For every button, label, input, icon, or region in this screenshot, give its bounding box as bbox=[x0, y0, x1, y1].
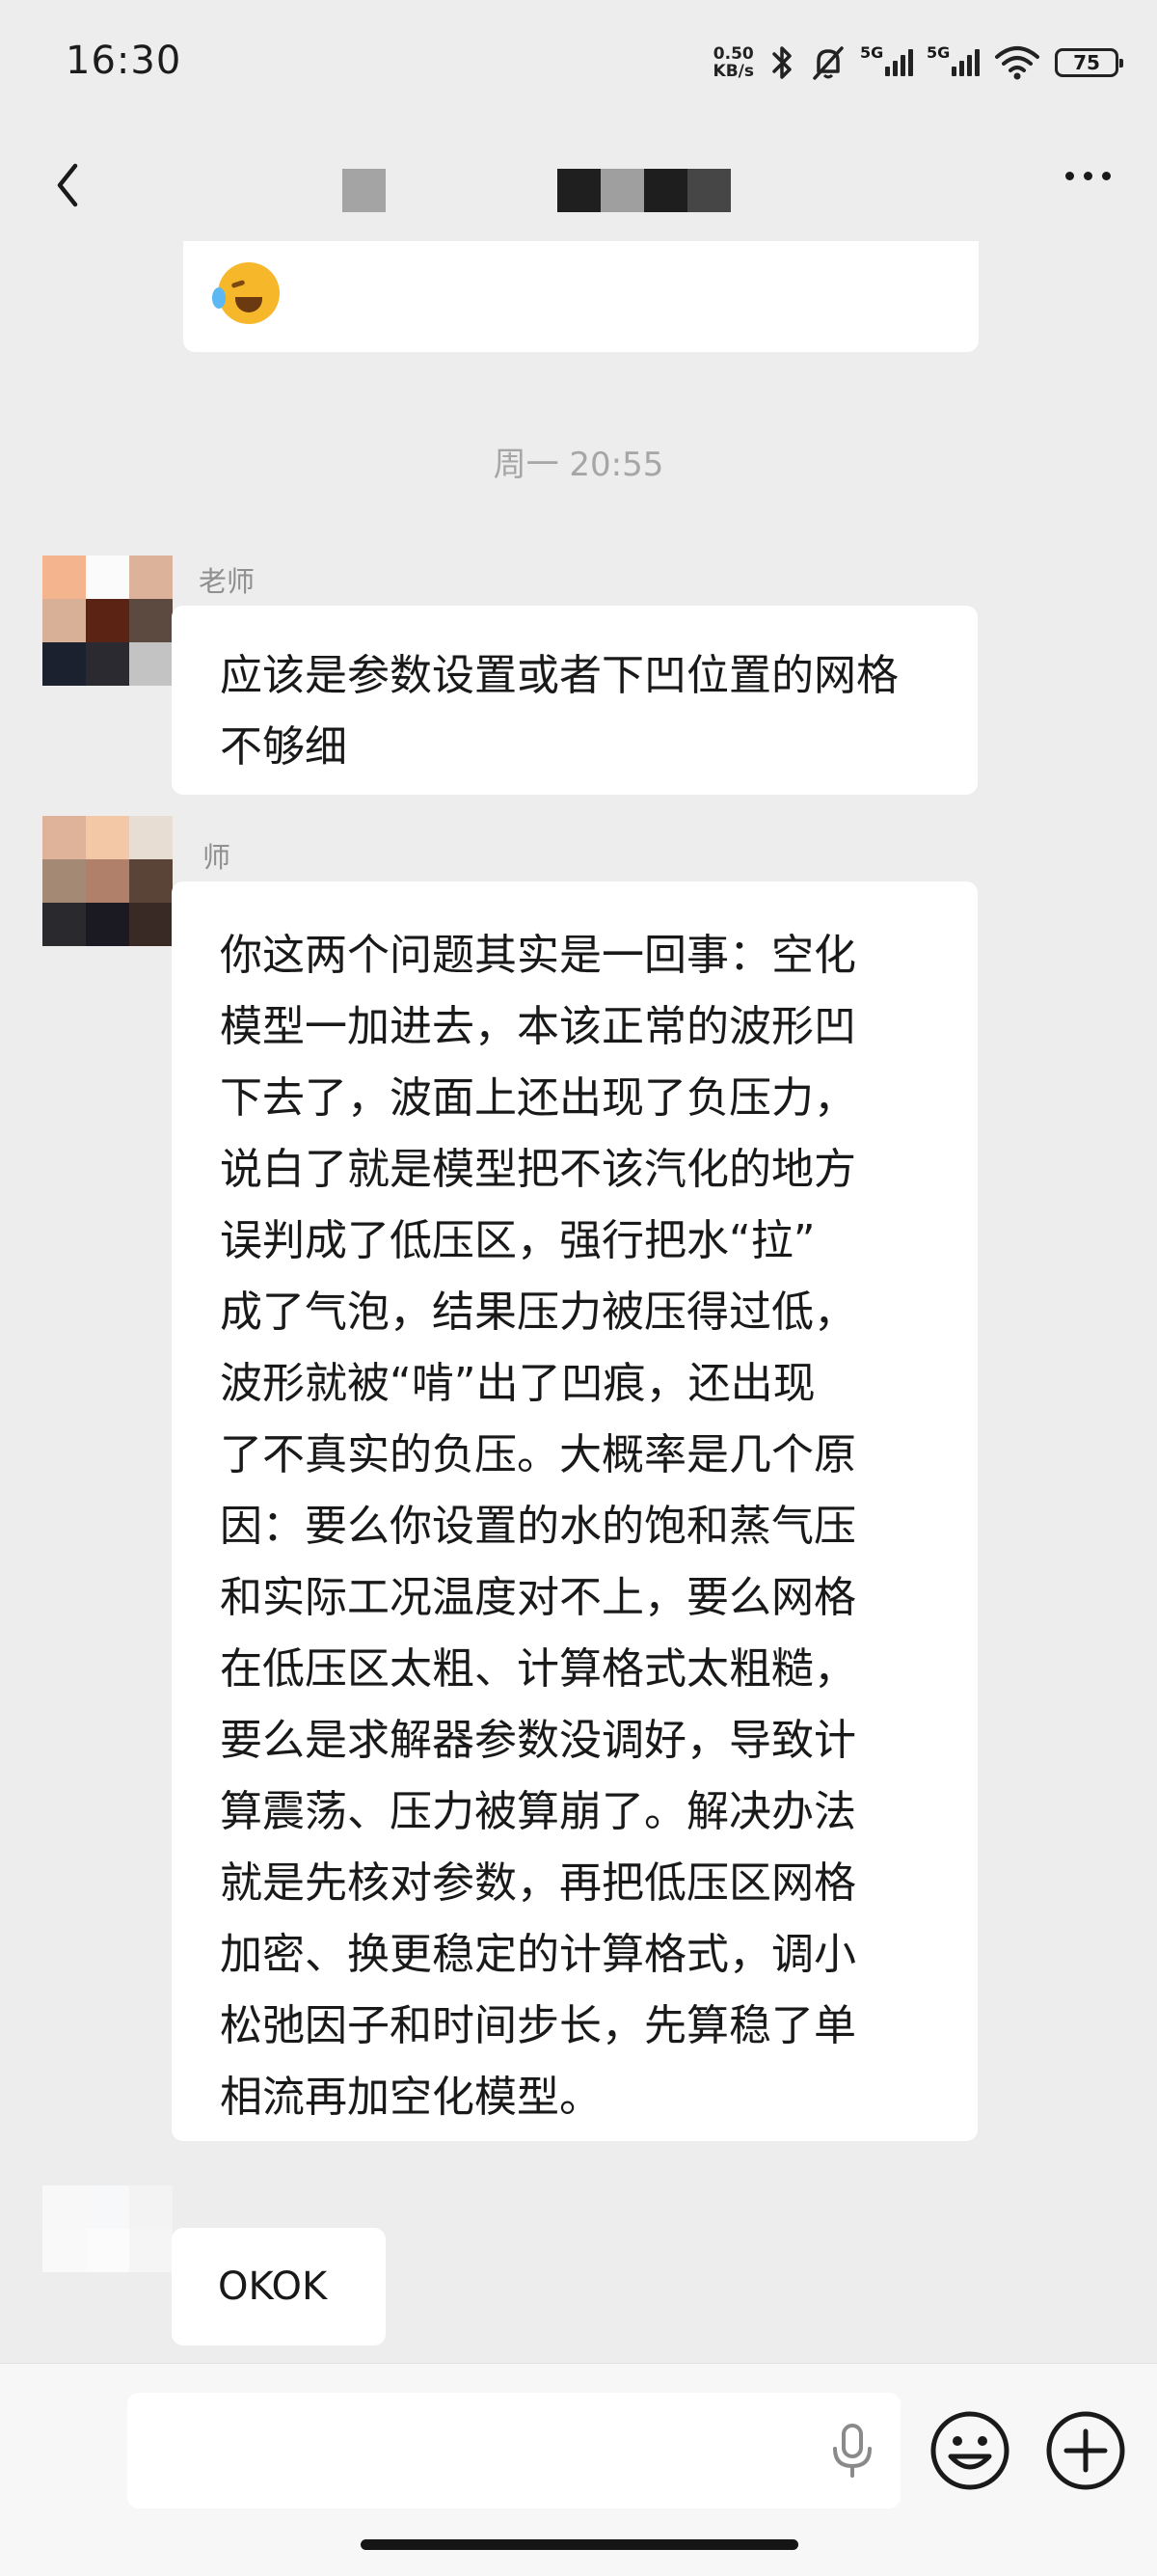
sim2-label: 5G bbox=[927, 43, 951, 62]
status-time: 16:30 bbox=[66, 39, 182, 83]
mute-bell-icon bbox=[813, 46, 844, 80]
laughing-crying-emoji-icon bbox=[212, 262, 280, 324]
plus-circle-icon[interactable] bbox=[1043, 2408, 1128, 2493]
message-line: 模型一加进去，本该正常的波形凹 bbox=[220, 1002, 856, 1051]
message-line: 波形就被“啃”出了凹痕，还出现 bbox=[220, 1359, 816, 1408]
sender-name: 师 bbox=[202, 841, 231, 874]
message-line: 和实际工况温度对不上，要么网格 bbox=[220, 1573, 856, 1622]
message-line: 了不真实的负压。大概率是几个原 bbox=[220, 1430, 856, 1479]
network-speed-value: 0.50 bbox=[713, 44, 754, 64]
avatar[interactable] bbox=[42, 816, 173, 946]
message-bubble[interactable]: 应该是参数设置或者下凹位置的网格不够细 bbox=[172, 606, 978, 795]
message-line: 下去了，波面上还出现了负压力， bbox=[220, 1073, 856, 1123]
message-bubble[interactable]: 你这两个问题其实是一回事：空化 模型一加进去，本该正常的波形凹 下去了，波面上还… bbox=[172, 881, 978, 2141]
message-line: 加密、换更稳定的计算格式，调小 bbox=[220, 1930, 856, 1979]
message-line: 成了气泡，结果压力被压得过低， bbox=[220, 1288, 856, 1337]
avatar[interactable] bbox=[42, 556, 173, 686]
message-line: 因：要么你设置的水的饱和蒸气压 bbox=[220, 1502, 856, 1551]
message-text: 你这两个问题其实是一回事：空化 模型一加进去，本该正常的波形凹 下去了，波面上还… bbox=[220, 920, 949, 2133]
message-bubble[interactable] bbox=[183, 241, 979, 352]
message-text: OKOK bbox=[218, 2264, 328, 2309]
bluetooth-icon bbox=[772, 46, 792, 79]
battery-level: 75 bbox=[1073, 51, 1100, 74]
more-dots-icon[interactable] bbox=[1065, 172, 1111, 180]
message-line: 说白了就是模型把不该汽化的地方 bbox=[220, 1145, 856, 1194]
battery-icon: 75 bbox=[1055, 48, 1123, 77]
chat-header bbox=[0, 135, 1157, 241]
home-indicator[interactable] bbox=[361, 2539, 798, 2550]
message-timestamp: 周一 20:55 bbox=[493, 446, 664, 484]
message-line: 要么是求解器参数没调好，导致计 bbox=[220, 1716, 856, 1765]
status-bar: 16:30 0.50 KB/s 5G 5G 75 bbox=[0, 0, 1157, 135]
signal-icon: 5G bbox=[860, 43, 913, 76]
message-line: 就是先核对参数，再把低压区网格 bbox=[220, 1858, 856, 1908]
message-text: 应该是参数设置或者下凹位置的网格不够细 bbox=[220, 651, 899, 772]
wifi-icon bbox=[995, 46, 1039, 80]
status-icons: 0.50 KB/s 5G 5G 75 bbox=[713, 39, 1123, 87]
sim1-label: 5G bbox=[860, 43, 884, 62]
message-input[interactable] bbox=[127, 2393, 901, 2508]
emoji-face-icon[interactable] bbox=[928, 2408, 1012, 2493]
network-speed: 0.50 KB/s bbox=[713, 45, 754, 80]
message-line: 误判成了低压区，强行把水“拉” bbox=[220, 1216, 816, 1265]
signal-icon: 5G bbox=[927, 43, 980, 76]
chat-title-redacted bbox=[342, 169, 386, 212]
sender-name: 老师 bbox=[199, 565, 256, 598]
back-arrow-icon[interactable] bbox=[50, 156, 108, 214]
avatar[interactable] bbox=[42, 2185, 173, 2272]
network-speed-unit: KB/s bbox=[713, 62, 754, 81]
message-line: 在低压区太粗、计算格式太粗糙， bbox=[220, 1644, 856, 1694]
message-line: 松弛因子和时间步长，先算稳了单 bbox=[220, 2001, 856, 2050]
message-line: 相流再加空化模型。 bbox=[220, 2073, 602, 2122]
chat-title-redacted bbox=[557, 169, 731, 212]
message-line: 算震荡、压力被算崩了。解决办法 bbox=[220, 1787, 856, 1836]
message-line: 你这两个问题其实是一回事：空化 bbox=[220, 931, 856, 980]
message-bubble[interactable]: OKOK bbox=[172, 2228, 386, 2346]
microphone-icon[interactable] bbox=[825, 2420, 879, 2481]
